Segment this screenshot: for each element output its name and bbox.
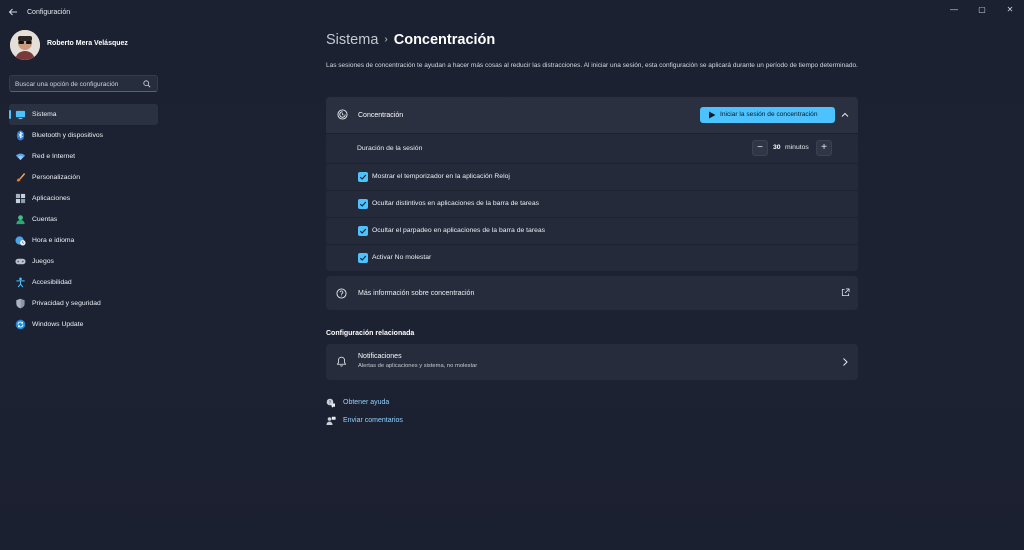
sidebar-item-privacidad[interactable]: Privacidad y seguridad xyxy=(9,293,158,314)
check-icon xyxy=(359,255,367,261)
gamepad-icon xyxy=(15,258,26,265)
check-icon xyxy=(359,201,367,207)
duration-stepper[interactable]: − 30 minutos + xyxy=(752,140,832,156)
chevron-right-icon xyxy=(843,358,848,366)
hide-flashing-label: Ocultar el parpadeo en aplicaciones de l… xyxy=(372,227,546,234)
play-icon xyxy=(709,111,716,119)
sidebar-item-sistema[interactable]: Sistema xyxy=(9,104,158,125)
sidebar-item-windows-update[interactable]: Windows Update xyxy=(9,314,158,335)
notifications-subtitle: Alertas de aplicaciones y sistema, no mo… xyxy=(358,363,478,369)
sidebar-nav: Sistema Bluetooth y dispositivos Red e I… xyxy=(9,104,158,335)
avatar[interactable] xyxy=(10,30,40,60)
do-not-disturb-checkbox[interactable] xyxy=(358,253,368,263)
sidebar-item-personalizacion[interactable]: Personalización xyxy=(9,167,158,188)
search-box[interactable] xyxy=(9,75,158,92)
option-row-hide-flashing: Ocultar el parpadeo en aplicaciones de l… xyxy=(326,217,858,244)
increase-duration-button[interactable]: + xyxy=(816,140,832,156)
related-settings-heading: Configuración relacionada xyxy=(326,330,415,337)
sidebar-item-red[interactable]: Red e Internet xyxy=(9,146,158,167)
sidebar-item-label: Aplicaciones xyxy=(32,195,71,202)
send-feedback-link[interactable]: Enviar comentarios xyxy=(343,417,403,424)
option-row-show-timer: Mostrar el temporizador en la aplicación… xyxy=(326,163,858,190)
wifi-icon xyxy=(15,153,26,161)
focus-card-body: Duración de la sesión − 30 minutos + Mos… xyxy=(326,134,858,271)
chevron-up-icon[interactable] xyxy=(840,110,850,120)
option-row-do-not-disturb: Activar No molestar xyxy=(326,244,858,271)
duration-value: 30 xyxy=(773,144,781,151)
show-timer-label: Mostrar el temporizador en la aplicación… xyxy=(372,173,510,180)
bluetooth-icon xyxy=(16,130,25,141)
breadcrumb-parent[interactable]: Sistema xyxy=(326,32,378,48)
more-info-link-card[interactable]: Más información sobre concentración xyxy=(326,276,858,310)
sidebar-item-label: Sistema xyxy=(32,111,57,118)
app-title: Configuración xyxy=(27,9,71,16)
help-icon xyxy=(336,288,347,299)
focus-icon xyxy=(337,109,348,120)
session-duration-label: Duración de la sesión xyxy=(357,145,423,152)
sidebar-item-label: Privacidad y seguridad xyxy=(32,300,101,307)
feedback-icon xyxy=(326,416,336,425)
sidebar-item-label: Accesibilidad xyxy=(32,279,72,286)
hide-flashing-checkbox[interactable] xyxy=(358,226,368,236)
hide-badges-checkbox[interactable] xyxy=(358,199,368,209)
sidebar-item-cuentas[interactable]: Cuentas xyxy=(9,209,158,230)
start-focus-session-button[interactable]: Iniciar la sesión de concentración xyxy=(700,107,835,123)
settings-window: Configuración — ▢ ✕ Roberto Mera Velásqu… xyxy=(0,0,1024,550)
more-info-label: Más información sobre concentración xyxy=(358,290,475,297)
decrease-duration-button[interactable]: − xyxy=(752,140,768,156)
help-chat-icon: ? xyxy=(326,398,335,408)
sidebar-item-label: Bluetooth y dispositivos xyxy=(32,132,104,139)
update-icon xyxy=(15,319,26,330)
sidebar-item-label: Cuentas xyxy=(32,216,58,223)
check-icon xyxy=(359,174,367,180)
title-bar: Configuración — ▢ ✕ xyxy=(0,0,1024,26)
sidebar-item-accesibilidad[interactable]: Accesibilidad xyxy=(9,272,158,293)
sidebar-item-label: Juegos xyxy=(32,258,54,265)
page-description: Las sesiones de concentración te ayudan … xyxy=(326,62,858,69)
maximize-button[interactable]: ▢ xyxy=(968,0,996,18)
accessibility-icon xyxy=(16,277,25,288)
notifications-card[interactable]: Notificaciones Alertas de aplicaciones y… xyxy=(326,344,858,380)
display-icon xyxy=(15,110,26,120)
shield-icon xyxy=(16,298,25,309)
option-row-hide-badges: Ocultar distintivos en aplicaciones de l… xyxy=(326,190,858,217)
start-focus-session-label: Iniciar la sesión de concentración xyxy=(720,111,818,118)
check-icon xyxy=(359,228,367,234)
sidebar-item-bluetooth[interactable]: Bluetooth y dispositivos xyxy=(9,125,158,146)
sidebar-item-label: Hora e idioma xyxy=(32,237,75,244)
back-arrow-icon[interactable] xyxy=(8,7,20,19)
search-icon[interactable] xyxy=(143,80,151,88)
globe-clock-icon xyxy=(15,236,26,246)
sidebar-item-hora[interactable]: Hora e idioma xyxy=(9,230,158,251)
notifications-title: Notificaciones xyxy=(358,353,402,360)
user-name: Roberto Mera Velásquez xyxy=(47,40,128,47)
duration-unit: minutos xyxy=(785,144,809,151)
sidebar-item-juegos[interactable]: Juegos xyxy=(9,251,158,272)
window-controls: — ▢ ✕ xyxy=(940,0,1024,18)
sidebar-item-label: Windows Update xyxy=(32,321,84,328)
apps-icon xyxy=(15,193,26,204)
focus-card-title: Concentración xyxy=(358,112,404,119)
account-icon xyxy=(16,215,25,225)
external-link-icon xyxy=(841,288,850,297)
focus-card-header[interactable]: Concentración Iniciar la sesión de conce… xyxy=(326,97,858,133)
minimize-button[interactable]: — xyxy=(940,0,968,18)
search-input[interactable] xyxy=(15,79,140,89)
breadcrumb: Sistema › Concentración xyxy=(326,32,495,48)
bell-icon xyxy=(336,356,347,367)
close-button[interactable]: ✕ xyxy=(996,0,1024,18)
get-help-link[interactable]: Obtener ayuda xyxy=(343,399,389,406)
breadcrumb-separator: › xyxy=(384,34,388,45)
page-title: Concentración xyxy=(393,32,496,48)
session-duration-row: Duración de la sesión − 30 minutos + xyxy=(326,134,858,163)
sidebar-item-label: Personalización xyxy=(32,174,80,181)
hide-badges-label: Ocultar distintivos en aplicaciones de l… xyxy=(372,200,539,207)
do-not-disturb-label: Activar No molestar xyxy=(372,254,432,261)
brush-icon xyxy=(16,172,26,182)
sidebar-item-aplicaciones[interactable]: Aplicaciones xyxy=(9,188,158,209)
show-timer-checkbox[interactable] xyxy=(358,172,368,182)
sidebar-item-label: Red e Internet xyxy=(32,153,76,160)
